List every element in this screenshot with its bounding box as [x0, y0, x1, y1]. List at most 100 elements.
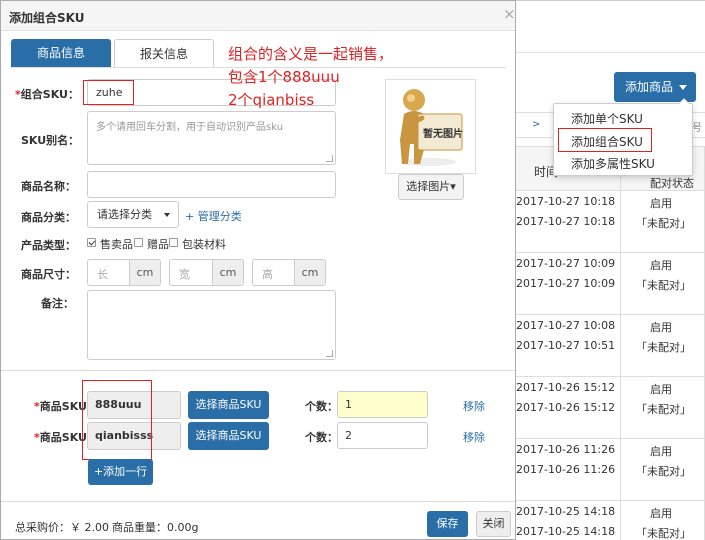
count-value: 2 — [345, 429, 352, 442]
table-row[interactable]: 2017-10-27 10:09 2017-10-27 10:09 启用 「未配… — [516, 253, 705, 315]
choose-image-button[interactable]: 选择图片▾ — [398, 174, 464, 200]
row-date: 2017-10-27 10:09 — [516, 277, 616, 290]
row-pair-status: 「未配对」 — [636, 527, 691, 540]
sku-alias-textarea[interactable]: 多个请用回车分割，用于自动识别产品sku — [87, 111, 336, 165]
choose-product-sku-button[interactable]: 选择商品SKU — [188, 422, 269, 450]
close-icon[interactable]: × — [503, 6, 516, 22]
table-row[interactable]: 2017-10-26 15:12 2017-10-26 15:12 启用 「未配… — [516, 377, 705, 439]
product-image-placeholder: 暂无图片 — [385, 79, 476, 174]
background-table: 时间 配对状态 2017-10-27 10:18 2017-10-27 10:1… — [516, 146, 705, 540]
row-date: 2017-10-26 11:26 — [516, 463, 616, 476]
annotation-line-1: 组合的含义是一起销售， — [228, 45, 394, 63]
packaging-label: 包装材料 — [182, 238, 226, 251]
table-row[interactable]: 2017-10-27 10:18 2017-10-27 10:18 启用 「未配… — [516, 191, 705, 253]
background-separator — [516, 52, 705, 53]
footer-divider — [1, 501, 515, 502]
dialog-titlebar: 添加组合SKU × — [1, 1, 516, 31]
manage-category-link[interactable]: + 管理分类 — [185, 208, 242, 224]
row-date: 2017-10-27 10:09 — [516, 257, 616, 270]
row-date: 2017-10-27 10:08 — [516, 319, 616, 332]
sale-item-label: 售卖品 — [100, 238, 133, 251]
row-date: 2017-10-27 10:18 — [516, 195, 616, 208]
add-row-button[interactable]: +添加一行 — [88, 459, 153, 485]
note-label: 备注： — [41, 297, 74, 310]
product-size-label: 商品尺寸： — [21, 268, 76, 281]
row-date: 2017-10-26 15:12 — [516, 401, 616, 414]
width-unit: cm — [212, 260, 243, 285]
height-placeholder: 高 — [262, 268, 273, 281]
length-unit: cm — [129, 260, 160, 285]
close-button[interactable]: 关闭 — [476, 511, 511, 537]
row-date: 2017-10-25 14:18 — [516, 505, 616, 518]
pair-status-header: 配对状态 — [650, 177, 694, 190]
dropdown-arrow-fill — [679, 99, 689, 104]
row-status: 启用 — [650, 321, 672, 334]
row-pair-status: 「未配对」 — [636, 341, 691, 354]
note-textarea[interactable] — [87, 290, 336, 360]
width-placeholder: 宽 — [179, 268, 190, 281]
save-button[interactable]: 保存 — [427, 511, 468, 537]
filter-prev[interactable]: > — [516, 112, 554, 138]
add-combo-sku-dialog: 添加组合SKU × 商品信息 报关信息 *组合SKU： zuhe SKU别名： … — [0, 0, 516, 540]
no-image-text: 暂无图片 — [423, 129, 463, 140]
row-date: 2017-10-27 10:18 — [516, 215, 616, 228]
width-input[interactable]: 宽 cm — [169, 259, 244, 286]
row-status: 启用 — [650, 197, 672, 210]
combo-sku-highlight-box — [558, 128, 652, 152]
category-select[interactable]: 请选择分类 — [87, 201, 179, 228]
product-weight: 商品重量：0.00g — [112, 521, 199, 534]
caret-down-icon — [164, 213, 170, 217]
count-input[interactable]: 2 — [337, 422, 428, 449]
table-row[interactable]: 2017-10-25 14:18 2017-10-25 14:18 启用 「未配… — [516, 501, 705, 540]
length-input[interactable]: 长 cm — [87, 259, 161, 286]
length-placeholder: 长 — [97, 268, 108, 281]
row-date: 2017-10-25 14:18 — [516, 525, 616, 538]
combo-sku-label: *组合SKU： — [15, 88, 79, 101]
row-status: 启用 — [650, 259, 672, 272]
menu-item-add-single-sku[interactable]: 添加单个SKU — [571, 110, 643, 127]
tab-customs-info[interactable]: 报关信息 — [114, 39, 214, 68]
sku-alias-label: SKU别名： — [21, 134, 80, 147]
filter-prev-label: > — [532, 119, 541, 130]
caret-down-icon — [679, 85, 687, 90]
row-status: 启用 — [650, 507, 672, 520]
gift-label: 赠品 — [147, 238, 169, 251]
count-label: 个数： — [305, 431, 338, 444]
row-pair-status: 「未配对」 — [636, 465, 691, 478]
row-status: 启用 — [650, 383, 672, 396]
checkbox-gift[interactable] — [134, 238, 143, 247]
sku-highlight-box — [82, 380, 152, 460]
row-status: 启用 — [650, 445, 672, 458]
row-date: 2017-10-26 15:12 — [516, 381, 616, 394]
height-input[interactable]: 高 cm — [252, 259, 326, 286]
column-divider — [620, 191, 621, 252]
count-label: 个数： — [305, 400, 338, 413]
resize-grip-icon — [326, 155, 333, 162]
category-select-value: 请选择分类 — [97, 208, 152, 221]
menu-item-add-multi-attr-sku[interactable]: 添加多属性SKU — [571, 155, 655, 172]
product-name-label: 商品名称： — [21, 180, 76, 193]
choose-product-sku-button[interactable]: 选择商品SKU — [188, 391, 269, 419]
checkbox-packaging[interactable] — [169, 238, 178, 247]
product-name-input[interactable] — [87, 171, 336, 198]
resize-grip-icon — [326, 350, 333, 357]
row-date: 2017-10-27 10:51 — [516, 339, 616, 352]
count-value: 1 — [345, 398, 352, 411]
checkbox-sale-item[interactable] — [87, 238, 96, 247]
combo-sku-highlight-box — [83, 80, 134, 105]
column-divider — [620, 315, 621, 376]
remove-link[interactable]: 移除 — [463, 429, 485, 445]
sku-alias-placeholder: 多个请用回车分割，用于自动识别产品sku — [96, 122, 284, 133]
table-row[interactable]: 2017-10-27 10:08 2017-10-27 10:51 启用 「未配… — [516, 315, 705, 377]
row-pair-status: 「未配对」 — [636, 279, 691, 292]
column-divider — [620, 439, 621, 500]
table-row[interactable]: 2017-10-26 11:26 2017-10-26 11:26 启用 「未配… — [516, 439, 705, 501]
count-input[interactable]: 1 — [337, 391, 428, 418]
height-unit: cm — [294, 260, 325, 285]
row-date: 2017-10-26 11:26 — [516, 443, 616, 456]
remove-link[interactable]: 移除 — [463, 398, 485, 414]
annotation-line-2: 包含1个888uuu — [228, 68, 340, 86]
background-top-line — [516, 0, 705, 1]
tab-product-info[interactable]: 商品信息 — [11, 39, 111, 68]
dialog-title: 添加组合SKU — [9, 11, 85, 25]
